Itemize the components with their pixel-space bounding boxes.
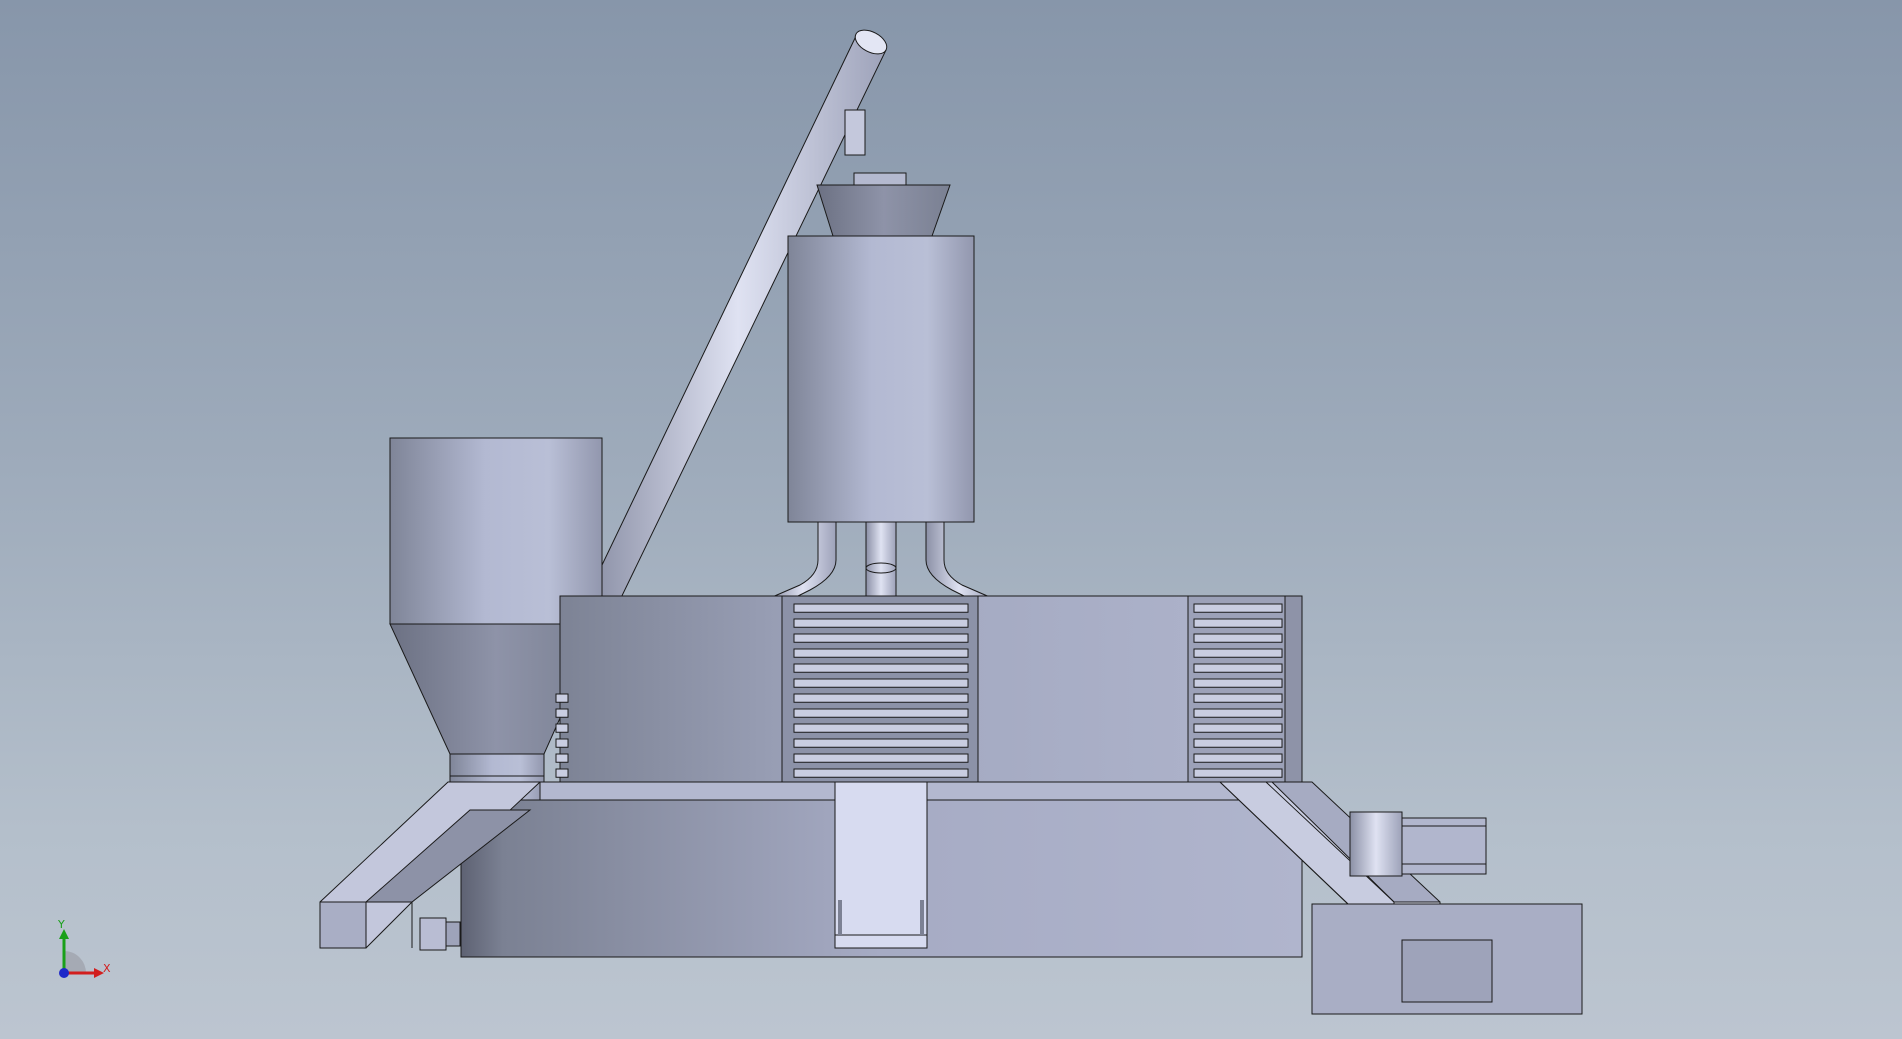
louver-slat (793, 768, 969, 778)
louver-slat (1193, 708, 1283, 718)
louver-slat (1193, 723, 1283, 733)
louver-slat (793, 663, 969, 673)
triad-x-label: X (103, 962, 111, 975)
louver-slat (793, 648, 969, 658)
base-drum[interactable] (460, 781, 1303, 958)
louver-slat (793, 618, 969, 628)
louver-slat (793, 753, 969, 763)
louver-slat (793, 633, 969, 643)
louver-slat (555, 708, 569, 718)
drive-motor[interactable] (1311, 811, 1583, 1015)
louver-slat (1193, 678, 1283, 688)
louver-slat (555, 693, 569, 703)
louver-slat (555, 738, 569, 748)
louver-slat (1193, 633, 1283, 643)
louver-slat (555, 723, 569, 733)
louver-slat (1193, 768, 1283, 778)
louver-slat (1193, 603, 1283, 613)
louver-slat (1193, 738, 1283, 748)
louver-slat (793, 723, 969, 733)
machine-assembly-model[interactable] (0, 0, 1902, 1039)
louver-slat (1193, 663, 1283, 673)
top-collector-cylinder[interactable] (787, 172, 975, 523)
outlet-pipes[interactable] (768, 521, 994, 601)
louver-slat (793, 738, 969, 748)
louver-slat (555, 768, 569, 778)
louver-slat (793, 678, 969, 688)
louver-slat (1193, 693, 1283, 703)
louver-slat (1193, 753, 1283, 763)
louver-slat (555, 753, 569, 763)
louver-slat (1193, 618, 1283, 628)
triad-y-label: Y (58, 918, 65, 931)
graphics-viewport[interactable]: Y X (0, 0, 1902, 1039)
louver-slat (793, 603, 969, 613)
louver-slat (793, 693, 969, 703)
louver-slat (1193, 648, 1283, 658)
louver-slat (793, 708, 969, 718)
